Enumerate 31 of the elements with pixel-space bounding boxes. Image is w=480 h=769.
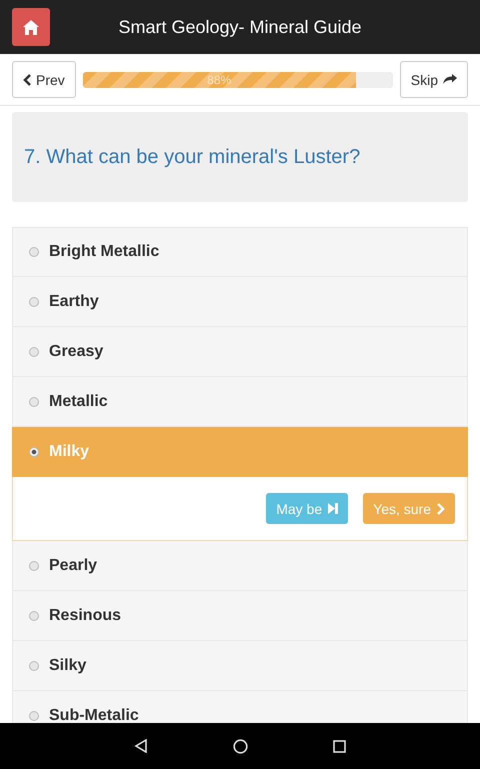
answer-option[interactable]: Pearly — [12, 541, 468, 591]
home-circle-icon[interactable] — [233, 738, 248, 754]
radio-button[interactable] — [29, 660, 39, 670]
radio-button[interactable] — [29, 346, 39, 356]
radio-button[interactable] — [29, 247, 39, 257]
back-icon[interactable] — [134, 739, 148, 753]
prev-button[interactable]: Prev — [12, 61, 76, 98]
home-button[interactable] — [12, 8, 50, 46]
skip-forward-icon — [328, 503, 338, 514]
skip-button[interactable]: Skip — [400, 61, 468, 98]
home-icon — [23, 20, 39, 34]
answer-option[interactable]: Resinous — [12, 591, 468, 641]
answer-option[interactable]: Bright Metallic — [12, 227, 468, 277]
progress-label: 88% — [207, 72, 232, 86]
chevron-right-icon — [437, 502, 445, 514]
recents-icon[interactable] — [333, 740, 346, 752]
app-title: Smart Geology- Mineral Guide — [117, 16, 363, 38]
answer-option[interactable]: Silky — [12, 641, 468, 691]
radio-button[interactable] — [29, 296, 39, 306]
radio-button[interactable] — [29, 560, 39, 570]
radio-button[interactable] — [29, 610, 39, 620]
answer-option[interactable]: Greasy — [12, 327, 468, 377]
share-arrow-icon — [443, 74, 457, 85]
answer-option[interactable]: Sub-Metalic — [12, 691, 468, 723]
radio-button[interactable] — [29, 710, 39, 720]
question-text: 7. What can be your mineral's Luster? — [24, 146, 360, 168]
answer-option[interactable]: Metallic — [12, 377, 468, 427]
answer-option[interactable]: Earthy — [12, 277, 468, 327]
radio-button[interactable] — [29, 446, 39, 456]
radio-button[interactable] — [29, 396, 39, 406]
chevron-left-icon — [23, 74, 31, 86]
